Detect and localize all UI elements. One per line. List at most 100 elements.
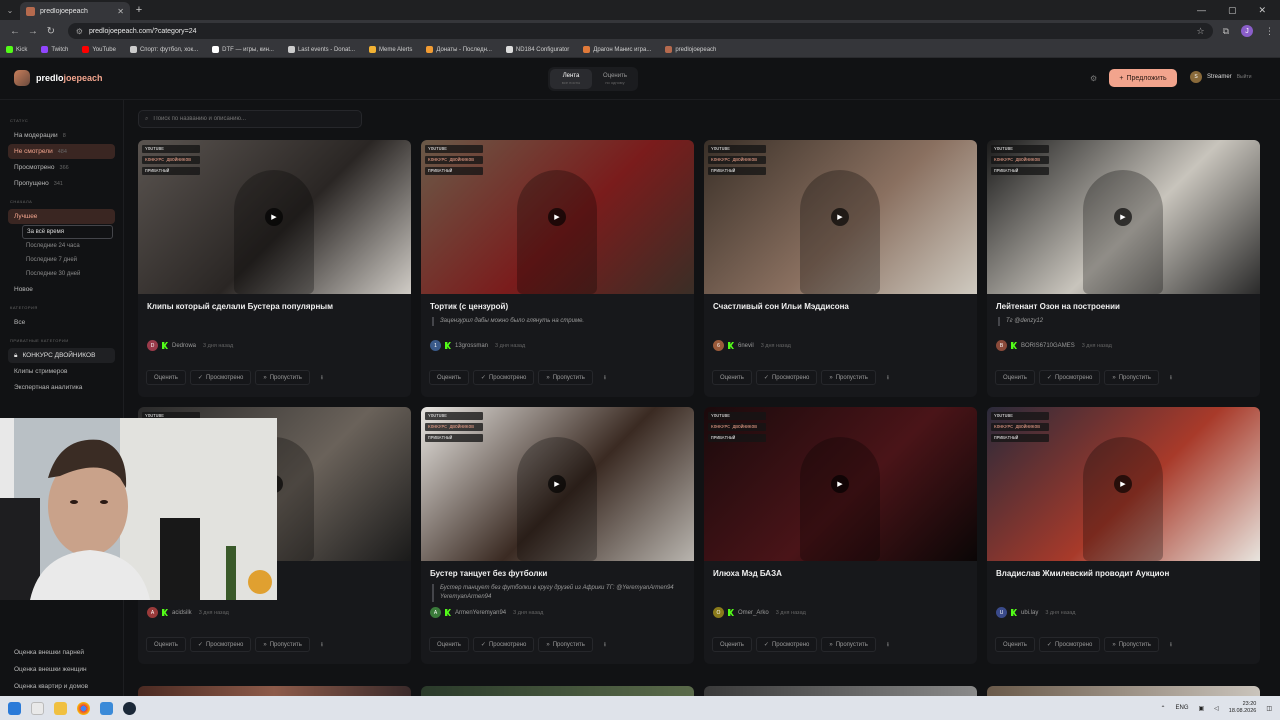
bookmark-item[interactable]: Спорт: футбол, хок... (129, 46, 198, 53)
clock[interactable]: 23:20 18.08.2026 (1229, 701, 1257, 715)
forward-icon[interactable]: → (24, 26, 42, 37)
sidebar-item-status[interactable]: Не смотрели 484 (8, 144, 115, 159)
bookmark-item[interactable]: ND184 Configurator (505, 46, 569, 53)
sidebar-item-best[interactable]: Лучшее (8, 209, 115, 224)
skip-button[interactable]: » Пропустить (255, 370, 310, 385)
watched-button[interactable]: ✓ Просмотрено (472, 637, 535, 652)
download-button[interactable]: ⭳ (1163, 637, 1179, 652)
clip-card[interactable]: YOUTUBE КОНКУРС ДВОЙНИКОВ ПРИВАТНЫЙ ▶ Владис… (987, 407, 1260, 664)
clip-thumbnail[interactable]: YOUTUBE КОНКУРС ДВОЙНИКОВ ПРИВАТНЫЙ ▶ (704, 140, 977, 294)
clip-card[interactable]: YOUTUBE КОНКУРС ДВОЙНИКОВ ПРИВАТНЫЙ ▶ Счастл… (704, 140, 977, 397)
play-icon[interactable]: ▶ (831, 208, 849, 226)
clip-thumbnail[interactable]: YOUTUBE КОНКУРС ДВОЙНИКОВ ПРИВАТНЫЙ ▶ (987, 407, 1260, 561)
search-input[interactable] (153, 116, 344, 122)
clip-thumbnail[interactable]: YOUTUBE КОНКУРС ДВОЙНИКОВ ПРИВАТНЫЙ ▶ (421, 407, 694, 561)
clip-author[interactable]: Dedrowa (172, 343, 196, 349)
clip-author[interactable]: 13grossman (455, 343, 488, 349)
clip-thumbnail[interactable]: YOUTUBE КОНКУРС ДВОЙНИКОВ ПРИВАТНЫЙ ▶ (987, 140, 1260, 294)
skip-button[interactable]: » Пропустить (1104, 370, 1159, 385)
rate-button[interactable]: Оценить (712, 370, 752, 385)
clip-card[interactable]: YOUTUBE КОНКУРС ДВОЙНИКОВ ПРИВАТНЫЙ ▶ Илюха … (704, 407, 977, 664)
rate-button[interactable]: Оценить (429, 637, 469, 652)
clip-author[interactable]: acidsilk (172, 610, 192, 616)
skip-button[interactable]: » Пропустить (821, 637, 876, 652)
sidebar-item-category[interactable]: Оценка внешки парней (8, 644, 116, 660)
clip-card[interactable]: YOUTUBE КОНКУРС ДВОЙНИКОВ ПРИВАТНЫЙ ▶ Лейтен… (987, 140, 1260, 397)
tab-search-icon[interactable]: ⌄ (0, 6, 20, 15)
logo[interactable]: predlojoepeach (14, 70, 103, 86)
watched-button[interactable]: ✓ Просмотрено (189, 637, 252, 652)
clip-thumbnail[interactable]: YOUTUBE КОНКУРС ДВОЙНИКОВ ПРИВАТНЫЙ ▶ (704, 407, 977, 561)
download-button[interactable]: ⭳ (597, 637, 613, 652)
sidebar-item-status[interactable]: На модерации 8 (8, 128, 115, 143)
bookmark-item[interactable]: predlojoepeach (665, 46, 716, 53)
minimize-icon[interactable]: — (1197, 5, 1206, 16)
bookmark-item[interactable]: Kick (6, 46, 27, 53)
clip-author[interactable]: ArmenYeremyan94 (455, 610, 506, 616)
clip-card[interactable]: YOUTUBE КОНКУРС ДВОЙНИКОВ ПРИВАТНЫЙ ▶ Бустер… (421, 407, 694, 664)
bookmark-item[interactable]: Last events - Donat... (287, 46, 355, 53)
volume-icon[interactable]: ◁ (1214, 705, 1219, 712)
sidebar-item-category[interactable]: Оценка квартир и домов (8, 678, 116, 694)
download-button[interactable]: ⭳ (880, 370, 896, 385)
rate-button[interactable]: Оценить (712, 637, 752, 652)
sidebar-item-new[interactable]: Новое (8, 282, 115, 297)
clip-card[interactable]: YOUTUBE КОНКУРС ДВОЙНИКОВ ПРИВАТНЫЙ ▶ Клипы … (138, 140, 411, 397)
rate-button[interactable]: Оценить (429, 370, 469, 385)
rate-button[interactable]: Оценить (995, 637, 1035, 652)
play-icon[interactable]: ▶ (1114, 475, 1132, 493)
maximize-icon[interactable]: ▢ (1228, 5, 1237, 16)
play-icon[interactable]: ▶ (548, 208, 566, 226)
watched-button[interactable]: ✓ Просмотрено (1038, 637, 1101, 652)
tab-feed[interactable]: Лента все посты (550, 69, 592, 89)
bookmark-item[interactable]: DTF — игры, кин... (212, 46, 274, 53)
sidebar-item-category[interactable]: Экспертная аналитика (8, 380, 115, 395)
url-bar[interactable]: ⚙ predlojoepeach.com/?category=24 ☆ (67, 23, 1213, 39)
menu-icon[interactable]: ⋮ (1265, 26, 1274, 37)
browser-tab[interactable]: predlojoepeach ✕ (20, 2, 130, 20)
tab-rate[interactable]: Оценить по одному (594, 69, 636, 89)
skip-button[interactable]: » Пропустить (821, 370, 876, 385)
clip-card[interactable]: YOUTUBE КОНКУРС ДВОЙНИКОВ ПРИВАТНЫЙ ▶ Тортик… (421, 140, 694, 397)
rate-button[interactable]: Оценить (146, 637, 186, 652)
site-info-icon[interactable]: ⚙ (76, 27, 83, 36)
watched-button[interactable]: ✓ Просмотрено (755, 370, 818, 385)
file-explorer-icon[interactable] (54, 701, 67, 715)
watched-button[interactable]: ✓ Просмотрено (1038, 370, 1101, 385)
close-window-icon[interactable]: ✕ (1258, 5, 1266, 16)
play-icon[interactable]: ▶ (1114, 208, 1132, 226)
rate-button[interactable]: Оценить (146, 370, 186, 385)
sidebar-item-period[interactable]: Последние 7 дней (22, 253, 123, 267)
bookmark-item[interactable]: Meme Alerts (368, 46, 412, 53)
chrome-icon[interactable] (77, 701, 90, 715)
sidebar-item-period[interactable]: Последние 24 часа (22, 239, 123, 253)
start-icon[interactable] (8, 701, 21, 715)
reload-icon[interactable]: ↻ (42, 26, 60, 37)
network-icon[interactable]: ▣ (1199, 705, 1205, 712)
propose-button[interactable]: + Предложить (1109, 69, 1177, 87)
bookmark-item[interactable]: YouTube (82, 46, 116, 53)
sidebar-item-contest[interactable]: 🔒︎ КОНКУРС ДВОЙНИКОВ (8, 348, 115, 363)
sidebar-item-status[interactable]: Пропущено 341 (8, 176, 115, 191)
notifications-icon[interactable]: ◫ (1266, 705, 1272, 712)
profile-avatar[interactable]: J (1241, 25, 1254, 37)
extensions-icon[interactable]: ⧉ (1223, 26, 1229, 37)
download-button[interactable]: ⭳ (880, 637, 896, 652)
clip-author[interactable]: BORIS6710GAMES (1021, 343, 1075, 349)
download-button[interactable]: ⭳ (314, 370, 330, 385)
settings-icon[interactable]: ⚙ (1090, 74, 1097, 83)
play-icon[interactable]: ▶ (265, 208, 283, 226)
download-button[interactable]: ⭳ (314, 637, 330, 652)
watched-button[interactable]: ✓ Просмотрено (472, 370, 535, 385)
watched-button[interactable]: ✓ Просмотрено (189, 370, 252, 385)
notepad-icon[interactable] (100, 701, 113, 715)
download-button[interactable]: ⭳ (1163, 370, 1179, 385)
download-button[interactable]: ⭳ (597, 370, 613, 385)
sidebar-item-category[interactable]: Клипы стримеров (8, 364, 115, 379)
bookmark-item[interactable]: Донаты - Последн... (426, 46, 492, 53)
logout-link[interactable]: Выйти (1237, 74, 1252, 80)
clip-author[interactable]: Omer_Arko (738, 610, 769, 616)
rate-button[interactable]: Оценить (995, 370, 1035, 385)
sidebar-item-status[interactable]: Просмотрено 366 (8, 160, 115, 175)
skip-button[interactable]: » Пропустить (538, 637, 593, 652)
